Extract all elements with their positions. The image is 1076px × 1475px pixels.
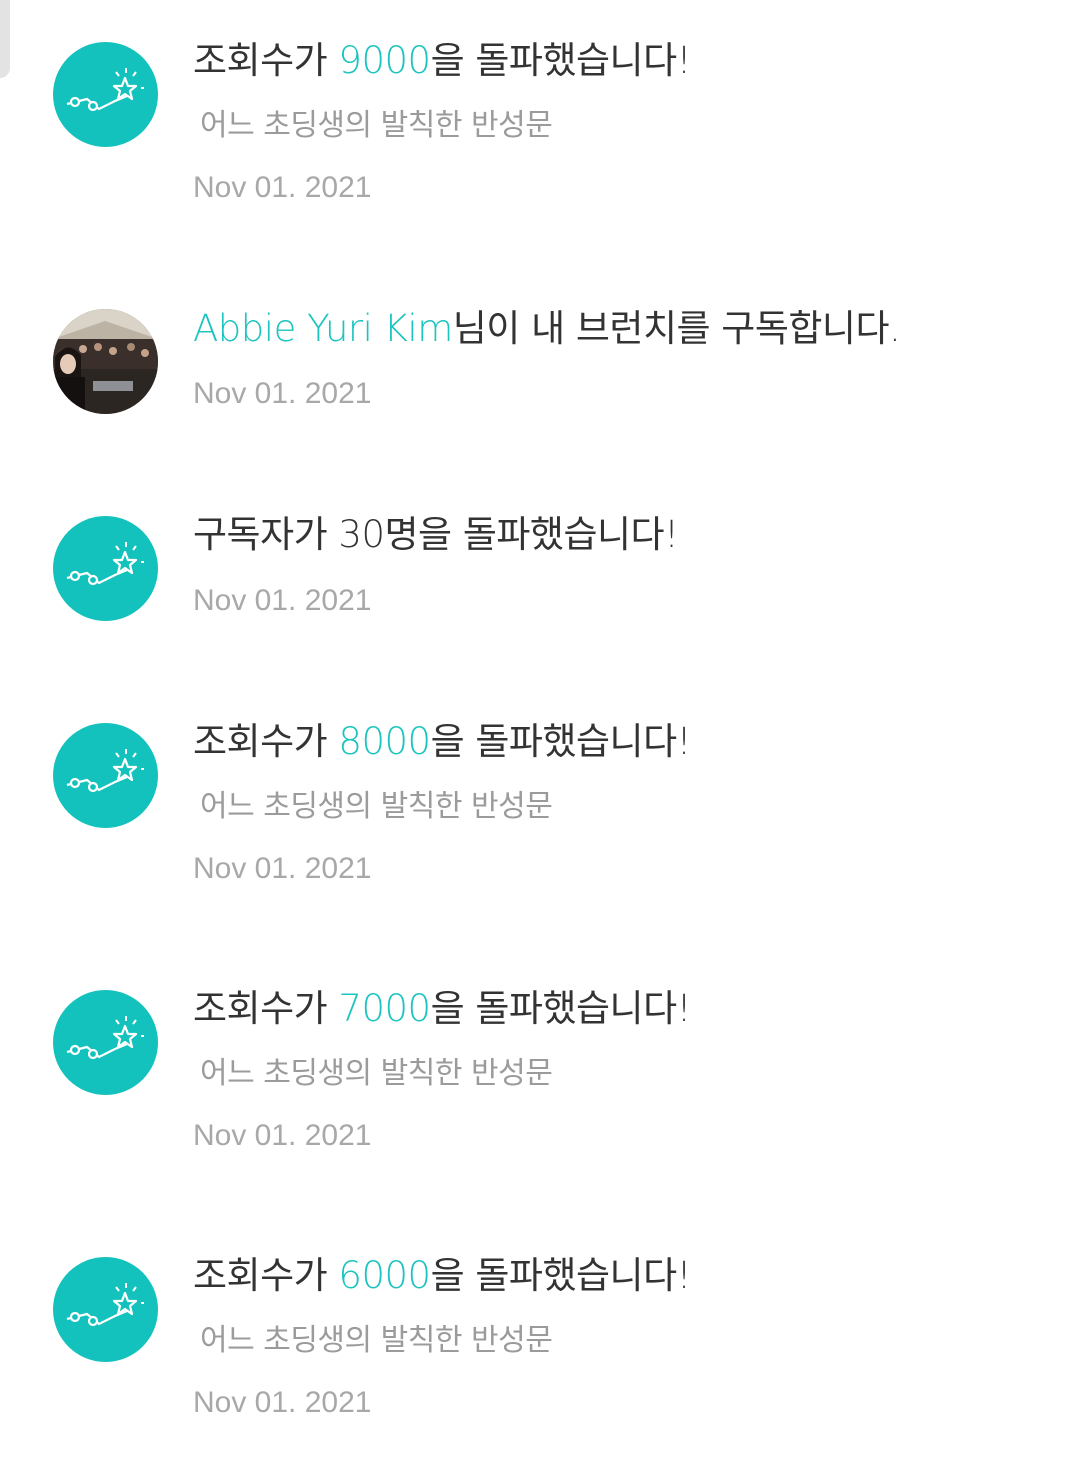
post-title: 어느 초딩생의 발칙한 반성문 (200, 789, 553, 824)
highlight-count: 6000 (338, 1254, 431, 1297)
user-avatar[interactable] (53, 309, 158, 414)
notification-title: 조회수가 9000을 돌파했습니다! (193, 39, 691, 82)
notification-date: Nov 01. 2021 (193, 377, 372, 410)
notification-date: Nov 01. 2021 (193, 171, 372, 204)
notification-title: 조회수가 8000을 돌파했습니다! (193, 720, 691, 763)
highlight-count: 9000 (338, 39, 431, 82)
notification-date: Nov 01. 2021 (193, 584, 372, 617)
highlight-count: 8000 (338, 720, 431, 763)
notification-title: 조회수가 6000을 돌파했습니다! (193, 1254, 691, 1297)
notification-title: 구독자가 30명을 돌파했습니다! (193, 513, 679, 556)
milestone-chart-icon (53, 990, 158, 1095)
subscriber-name-link[interactable]: Abbie Yuri Kim (193, 307, 453, 350)
milestone-chart-icon (53, 723, 158, 828)
highlight-count: 7000 (338, 987, 431, 1030)
post-title: 어느 초딩생의 발칙한 반성문 (200, 108, 553, 143)
milestone-chart-icon (53, 42, 158, 147)
milestone-chart-icon (53, 1257, 158, 1362)
notification-date: Nov 01. 2021 (193, 1119, 372, 1152)
notification-date: Nov 01. 2021 (193, 1386, 372, 1419)
scroll-edge-tab (0, 0, 10, 78)
post-title: 어느 초딩생의 발칙한 반성문 (200, 1056, 553, 1091)
post-title: 어느 초딩생의 발칙한 반성문 (200, 1323, 553, 1358)
notification-title: 조회수가 7000을 돌파했습니다! (193, 987, 691, 1030)
milestone-chart-icon (53, 516, 158, 621)
notification-title: Abbie Yuri Kim님이 내 브런치를 구독합니다. (193, 307, 901, 350)
notification-date: Nov 01. 2021 (193, 852, 372, 885)
